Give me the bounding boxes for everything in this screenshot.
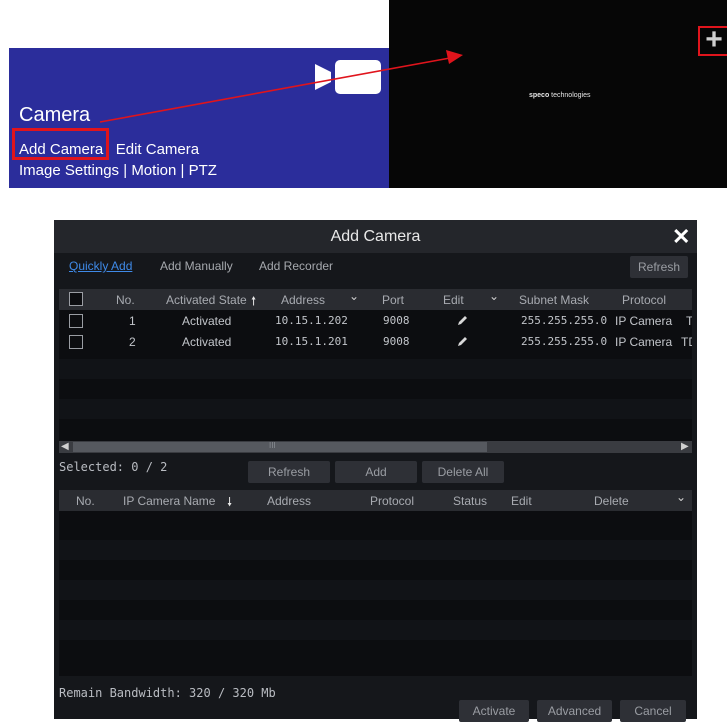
cell-protocol: IP Camera — [615, 314, 673, 328]
selected-count: Selected: 0 / 2 — [59, 460, 168, 474]
dialog-title: Add Camera — [330, 228, 421, 245]
col-activated-state[interactable]: Activated State — [166, 293, 247, 307]
col-port[interactable]: Port — [382, 293, 404, 307]
empty-row — [59, 359, 692, 379]
cell-address: 10.15.1.201 — [275, 335, 348, 348]
col-edit[interactable]: Edit — [443, 293, 464, 307]
discovered-cameras-grid: No. Activated State 🠕 Address ⌄ Port Edi… — [59, 289, 692, 444]
added-cameras-grid: No. IP Camera Name 🠗 Address Protocol St… — [59, 490, 692, 676]
pencil-icon[interactable] — [457, 336, 468, 347]
empty-row — [59, 620, 692, 640]
scroll-grip: III — [269, 441, 276, 450]
col-address[interactable]: Address — [281, 293, 325, 307]
separator: | — [123, 162, 128, 179]
row-checkbox[interactable] — [69, 314, 83, 328]
cell-address: 10.15.1.202 — [275, 314, 348, 327]
pencil-icon[interactable] — [457, 315, 468, 326]
cell-subnet: 255.255.255.0 — [521, 314, 608, 327]
cell-subnet: 255.255.255.0 — [521, 335, 608, 348]
col-address[interactable]: Address — [267, 494, 311, 508]
delete-all-button[interactable]: Delete All — [422, 461, 504, 483]
scroll-right-arrow[interactable]: ▶ — [681, 441, 689, 452]
chevron-down-icon[interactable]: ⌄ — [489, 289, 499, 303]
empty-row — [59, 399, 692, 419]
edit-camera-link[interactable]: Edit Camera — [116, 141, 199, 158]
add-button[interactable]: Add — [335, 461, 417, 483]
add-camera-highlight — [12, 128, 109, 160]
col-protocol[interactable]: Protocol — [370, 494, 414, 508]
cell-overflow: TD — [681, 335, 692, 349]
scroll-thumb[interactable]: III — [73, 441, 487, 452]
grid-header: No. IP Camera Name 🠗 Address Protocol St… — [59, 490, 692, 511]
live-view-pane: speco technologies + — [389, 0, 727, 188]
col-no[interactable]: No. — [76, 494, 95, 508]
sort-up-icon[interactable]: 🠕 — [251, 292, 256, 313]
add-camera-plus-button[interactable]: + — [698, 26, 727, 56]
add-camera-dialog: Add Camera ✕ Quickly Add Add Manually Ad… — [54, 220, 697, 722]
grid-header: No. Activated State 🠕 Address ⌄ Port Edi… — [59, 289, 692, 310]
table-row[interactable]: 1 Activated 10.15.1.202 9008 255.255.255… — [59, 311, 692, 331]
cell-port: 9008 — [383, 314, 410, 327]
col-delete[interactable]: Delete — [594, 494, 629, 508]
speco-logo: speco technologies — [529, 92, 591, 99]
remain-bandwidth: Remain Bandwidth: 320 / 320 Mb — [59, 686, 276, 700]
col-edit[interactable]: Edit — [511, 494, 532, 508]
tab-add-manually[interactable]: Add Manually — [160, 259, 233, 273]
cell-overflow: T — [686, 314, 692, 328]
refresh-button[interactable]: Refresh — [248, 461, 330, 483]
cell-port: 9008 — [383, 335, 410, 348]
refresh-top-button[interactable]: Refresh — [630, 256, 688, 278]
ptz-link[interactable]: PTZ — [189, 162, 217, 179]
row-checkbox[interactable] — [69, 335, 83, 349]
scroll-left-arrow[interactable]: ◀ — [61, 441, 69, 452]
tab-add-recorder[interactable]: Add Recorder — [259, 259, 333, 273]
image-settings-link[interactable]: Image Settings — [19, 162, 119, 179]
cell-no: 2 — [129, 335, 136, 349]
col-no[interactable]: No. — [116, 293, 135, 307]
col-status[interactable]: Status — [453, 494, 487, 508]
table-row[interactable]: 2 Activated 10.15.1.201 9008 255.255.255… — [59, 332, 692, 352]
cell-state: Activated — [182, 335, 232, 349]
chevron-down-icon[interactable]: ⌄ — [349, 289, 359, 303]
empty-row — [59, 540, 692, 560]
col-ip-camera-name[interactable]: IP Camera Name — [123, 494, 215, 508]
col-protocol[interactable]: Protocol — [622, 293, 666, 307]
tab-quickly-add[interactable]: Quickly Add — [69, 259, 132, 273]
cell-no: 1 — [129, 314, 136, 328]
camera-menu-title: Camera — [19, 104, 91, 126]
select-all-checkbox[interactable] — [69, 292, 83, 306]
col-subnet-mask[interactable]: Subnet Mask — [519, 293, 589, 307]
cell-protocol: IP Camera — [615, 335, 673, 349]
chevron-down-icon[interactable]: ⌄ — [676, 490, 686, 504]
empty-row — [59, 580, 692, 600]
cell-state: Activated — [182, 314, 232, 328]
separator: | — [180, 162, 185, 179]
close-icon[interactable]: ✕ — [672, 224, 690, 250]
motion-link[interactable]: Motion — [131, 162, 176, 179]
horizontal-scrollbar[interactable]: ◀ III ▶ — [59, 441, 692, 453]
camera-menu-row2: Image Settings | Motion | PTZ — [19, 162, 217, 179]
camera-menu-panel: Camera Add Camera Edit Camera Image Sett… — [9, 48, 389, 188]
video-camera-icon — [315, 60, 381, 94]
sort-down-icon[interactable]: 🠗 — [227, 493, 232, 514]
